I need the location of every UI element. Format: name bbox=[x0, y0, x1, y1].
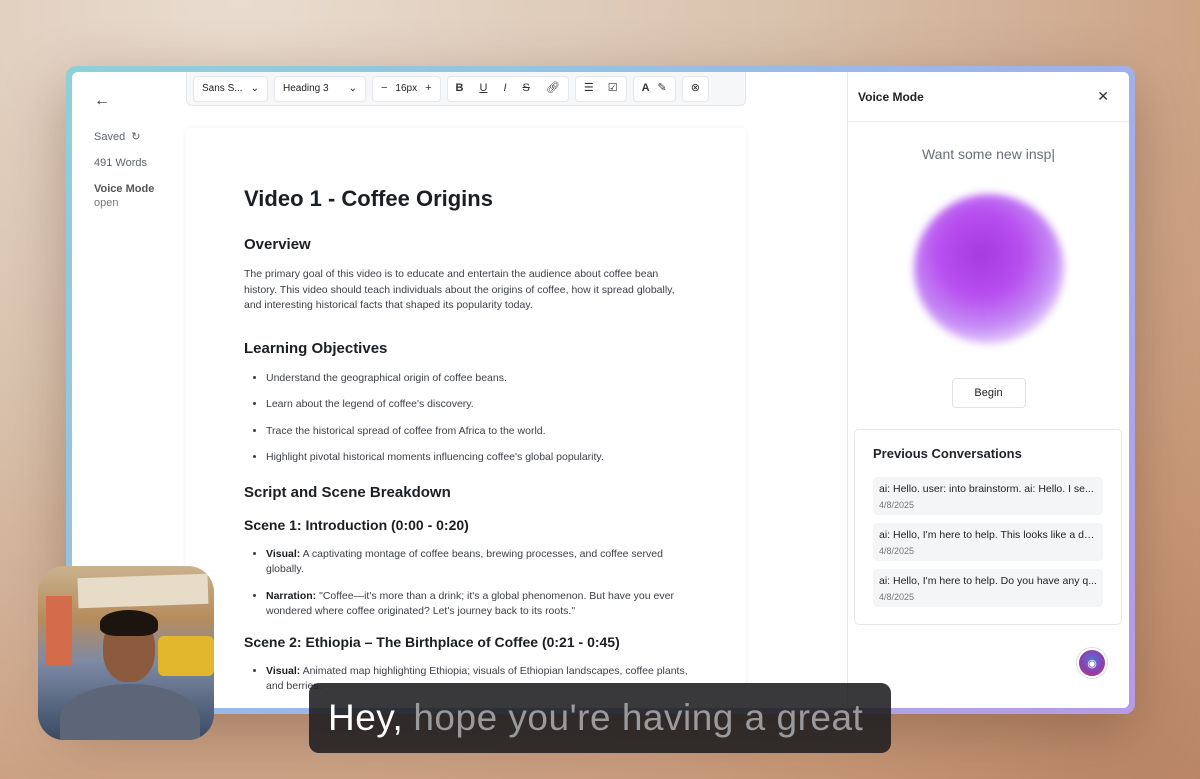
begin-button[interactable]: Begin bbox=[951, 378, 1026, 408]
voice-mode-state: open bbox=[94, 197, 119, 209]
numbered-list-icon[interactable]: ☰ bbox=[584, 83, 594, 94]
voice-orb-visualizer bbox=[913, 194, 1064, 344]
list-item[interactable]: Narration: "Coffee—it's more than a drin… bbox=[266, 589, 688, 620]
font-family-value: Sans S... bbox=[202, 83, 243, 94]
assistant-avatar-button[interactable]: ◉ bbox=[1077, 648, 1107, 678]
previous-conversations-heading: Previous Conversations bbox=[873, 446, 1022, 461]
conversation-preview: ai: Hello. user: into brainstorm. ai: He… bbox=[879, 483, 1094, 495]
conversation-preview: ai: Hello, I'm here to help. Do you have… bbox=[879, 575, 1097, 587]
text-color-icon[interactable]: A bbox=[642, 83, 650, 94]
clear-format-group: ⊗ bbox=[681, 75, 709, 102]
list-group: ☰ ☑ bbox=[574, 75, 627, 102]
close-icon[interactable]: ✕ bbox=[1097, 88, 1109, 105]
visual-label: Visual: bbox=[266, 547, 301, 560]
live-caption: Hey, hope you're having a great bbox=[309, 683, 891, 753]
voice-mode-panel: Voice Mode ✕ Want some new insp| Begin P… bbox=[847, 72, 1129, 708]
objectives-list: Understand the geographical origin of co… bbox=[244, 371, 688, 466]
caption-pending-text: hope you're having a great bbox=[413, 697, 864, 738]
document-page[interactable]: Video 1 - Coffee Origins Overview The pr… bbox=[186, 128, 746, 708]
webcam-overlay bbox=[38, 566, 214, 740]
list-item[interactable]: Visual: A captivating montage of coffee … bbox=[266, 547, 688, 578]
decrease-font-size-button[interactable]: − bbox=[381, 83, 387, 94]
voice-mode-label: Voice Mode bbox=[94, 183, 155, 195]
conversation-date: 4/8/2025 bbox=[879, 592, 915, 602]
overview-heading[interactable]: Overview bbox=[244, 236, 688, 253]
app-content: ← Saved ↻ 491 Words Voice Mode open Sans… bbox=[72, 72, 1129, 708]
webcam-background-pole bbox=[46, 596, 72, 666]
conversation-item[interactable]: ai: Hello, I'm here to help. This looks … bbox=[873, 523, 1103, 561]
checklist-icon[interactable]: ☑ bbox=[608, 83, 618, 94]
back-arrow-icon[interactable]: ← bbox=[94, 92, 110, 110]
avatar-glasses-icon: ◉ bbox=[1087, 657, 1097, 670]
scene1-heading[interactable]: Scene 1: Introduction (0:00 - 0:20) bbox=[244, 517, 688, 533]
webcam-person-body bbox=[60, 684, 200, 740]
color-group: A ✎ bbox=[632, 75, 676, 102]
conversation-date: 4/8/2025 bbox=[879, 546, 915, 556]
chevron-down-icon: ⌄ bbox=[250, 83, 259, 94]
webcam-background-sign bbox=[77, 573, 209, 609]
font-size-value[interactable]: 16px bbox=[395, 83, 417, 94]
conversation-item[interactable]: ai: Hello, I'm here to help. Do you have… bbox=[873, 569, 1103, 607]
voice-panel-title: Voice Mode bbox=[858, 89, 924, 104]
objectives-heading[interactable]: Learning Objectives bbox=[244, 340, 688, 357]
sync-icon: ↻ bbox=[131, 131, 141, 143]
document-title[interactable]: Video 1 - Coffee Origins bbox=[244, 186, 688, 212]
formatting-toolbar: Sans S... ⌄ Heading 3 ⌄ − 16px + B U I S… bbox=[186, 72, 746, 106]
script-heading[interactable]: Script and Scene Breakdown bbox=[244, 484, 688, 501]
increase-font-size-button[interactable]: + bbox=[425, 83, 431, 94]
visual-label: Visual: bbox=[266, 664, 301, 677]
saved-label: Saved bbox=[94, 130, 126, 143]
highlight-pen-icon[interactable]: ✎ bbox=[658, 83, 667, 94]
underline-button[interactable]: U bbox=[479, 83, 487, 94]
visual-text: A captivating montage of coffee beans, b… bbox=[266, 547, 663, 576]
chevron-down-icon: ⌄ bbox=[348, 83, 357, 94]
italic-button[interactable]: I bbox=[503, 83, 506, 94]
clear-format-icon[interactable]: ⊗ bbox=[691, 83, 700, 94]
font-family-select[interactable]: Sans S... ⌄ bbox=[193, 75, 268, 102]
conversation-preview: ai: Hello, I'm here to help. This looks … bbox=[879, 529, 1097, 541]
link-icon[interactable]: 🔗︎ bbox=[546, 83, 560, 94]
previous-conversations-card: Previous Conversations ai: Hello. user: … bbox=[854, 429, 1122, 625]
conversation-date: 4/8/2025 bbox=[879, 500, 915, 510]
scene2-heading[interactable]: Scene 2: Ethiopia – The Birthplace of Co… bbox=[244, 634, 688, 650]
overview-paragraph[interactable]: The primary goal of this video is to edu… bbox=[244, 267, 688, 314]
caption-spoken-text: Hey, bbox=[328, 697, 404, 738]
list-item[interactable]: Learn about the legend of coffee's disco… bbox=[266, 397, 688, 413]
save-status: Saved ↻ bbox=[94, 130, 182, 144]
heading-style-value: Heading 3 bbox=[282, 83, 329, 94]
list-item[interactable]: Understand the geographical origin of co… bbox=[266, 371, 688, 387]
list-item[interactable]: Trace the historical spread of coffee fr… bbox=[266, 424, 688, 440]
word-count: 491 Words bbox=[94, 157, 147, 169]
voice-mode-status[interactable]: Voice Mode open bbox=[94, 183, 182, 209]
narration-label: Narration: bbox=[266, 589, 317, 602]
app-window: ← Saved ↻ 491 Words Voice Mode open Sans… bbox=[66, 66, 1135, 714]
heading-style-select[interactable]: Heading 3 ⌄ bbox=[273, 75, 366, 102]
voice-panel-header: Voice Mode ✕ bbox=[848, 72, 1129, 122]
scene1-list: Visual: A captivating montage of coffee … bbox=[244, 547, 688, 620]
list-item[interactable]: Highlight pivotal historical moments inf… bbox=[266, 450, 688, 466]
strikethrough-button[interactable]: S bbox=[523, 83, 530, 94]
font-size-stepper: − 16px + bbox=[371, 75, 441, 102]
webcam-background-taxi bbox=[158, 636, 214, 676]
text-style-group: B U I S 🔗︎ bbox=[446, 75, 569, 102]
narration-text: "Coffee—it's more than a drink; it's a g… bbox=[266, 589, 674, 618]
bold-button[interactable]: B bbox=[456, 83, 464, 94]
conversation-item[interactable]: ai: Hello. user: into brainstorm. ai: He… bbox=[873, 477, 1103, 515]
voice-prompt-text: Want some new insp| bbox=[921, 146, 1056, 162]
webcam-person-hair bbox=[100, 610, 158, 636]
